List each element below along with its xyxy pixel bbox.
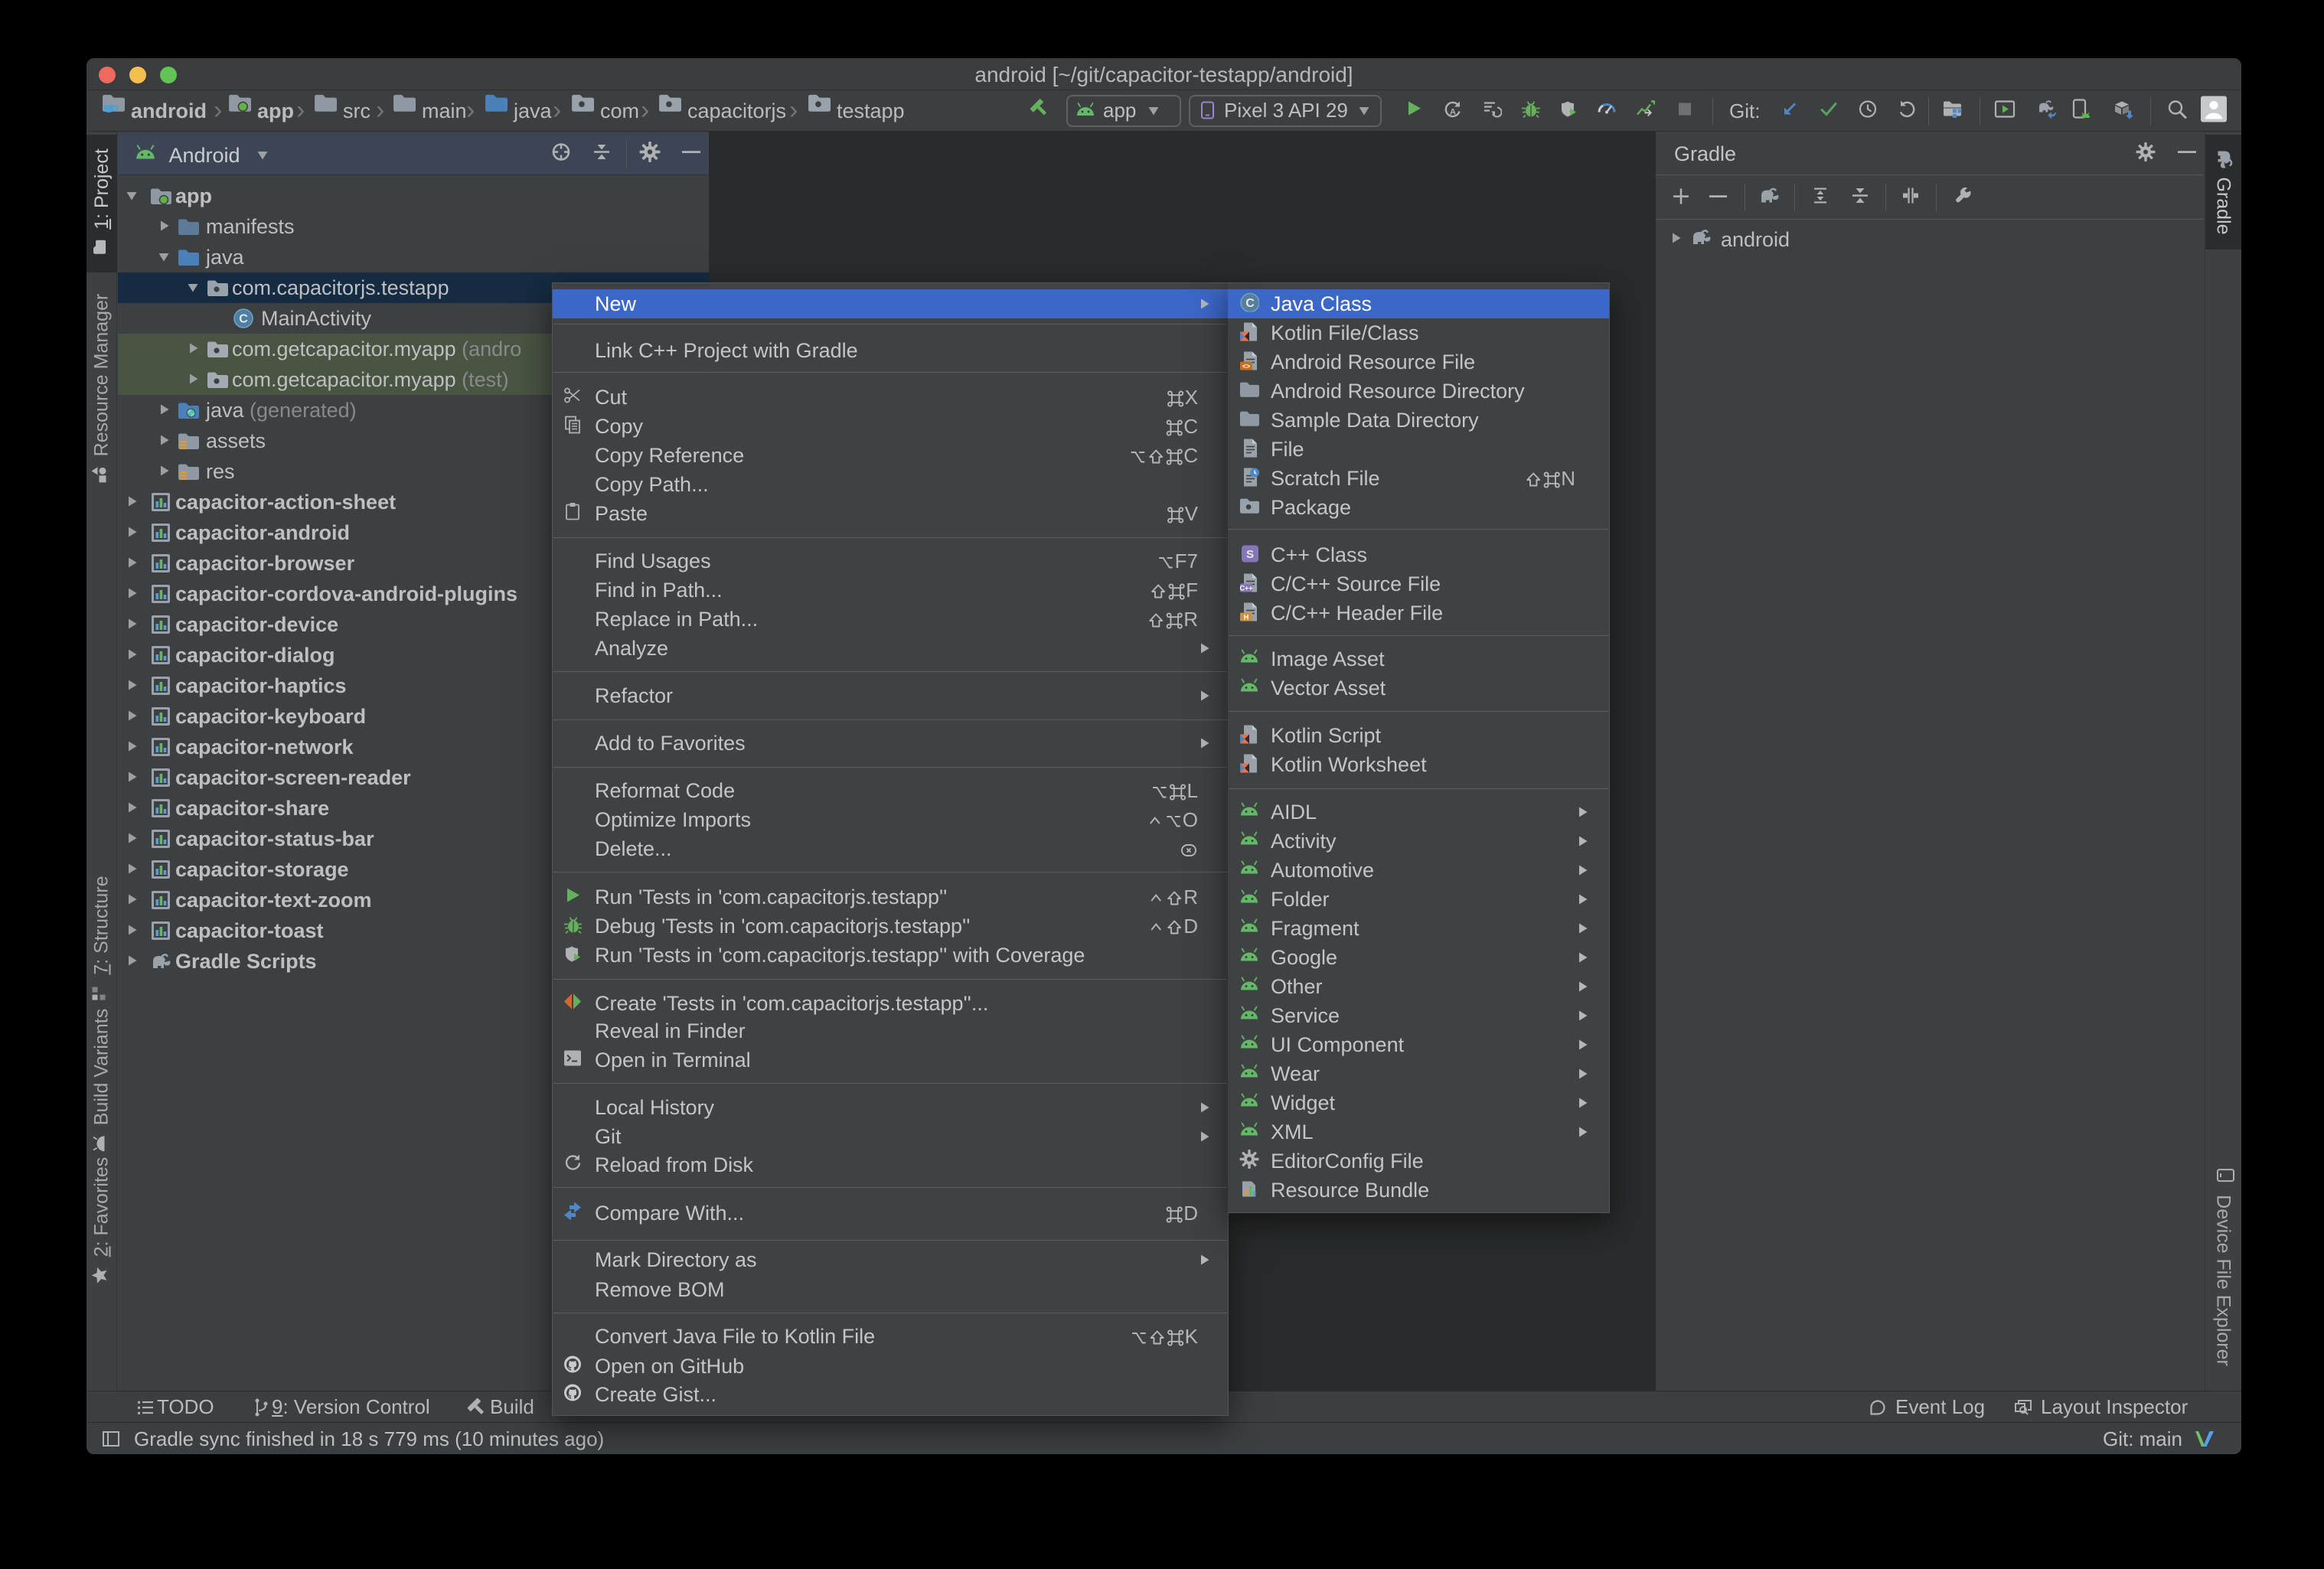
svg-text:C: C bbox=[239, 313, 248, 326]
svg-text:C: C bbox=[1245, 297, 1255, 310]
svg-text:S: S bbox=[1246, 548, 1254, 561]
svg-text:<>: <> bbox=[1242, 363, 1251, 370]
svg-text:H: H bbox=[1244, 614, 1249, 621]
svg-text:C++: C++ bbox=[1239, 585, 1252, 592]
svg-text:A: A bbox=[1450, 108, 1456, 117]
